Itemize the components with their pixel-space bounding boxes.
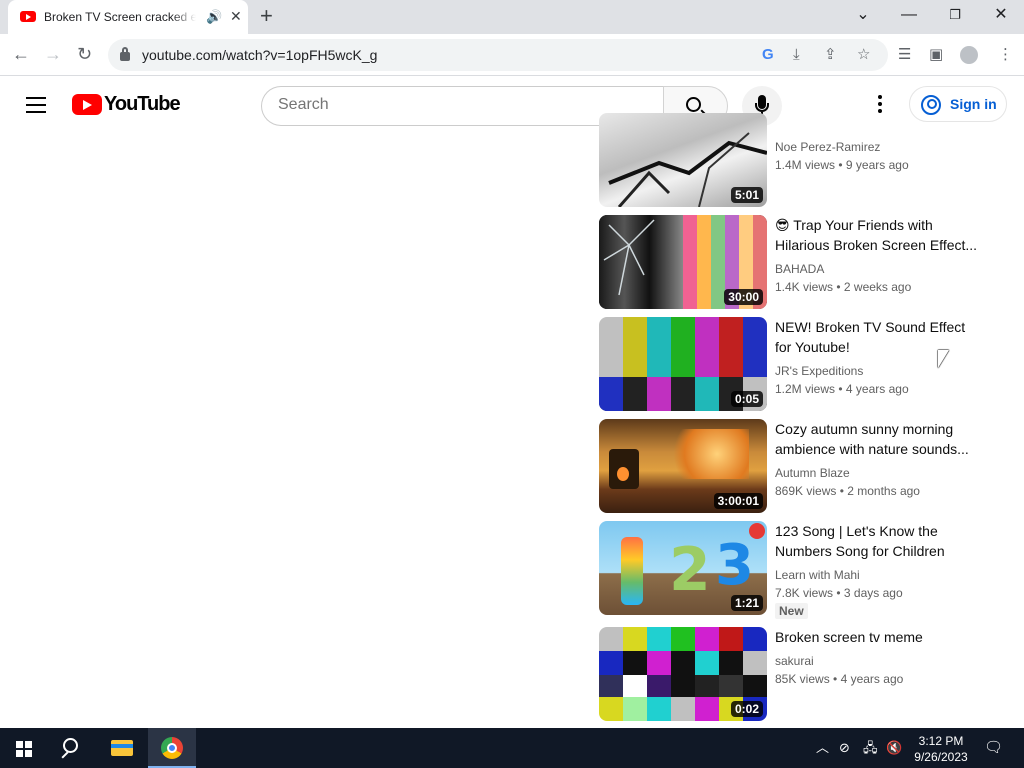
video-duration: 0:02 <box>730 701 763 717</box>
video-duration: 1:21 <box>730 595 763 611</box>
forward-arrow-icon[interactable]: → <box>44 44 62 64</box>
windows-taskbar: ︿ ⊘ 🖧 🔇 3:12 PM 9/26/2023 🗨 <box>0 728 1024 768</box>
side-panel-icon[interactable]: ▣ <box>929 46 943 64</box>
reload-icon[interactable]: ↻ <box>77 44 92 64</box>
video-thumbnail[interactable]: 5:01 <box>599 113 767 207</box>
share-icon[interactable]: ⇪ <box>824 46 837 64</box>
video-meta: 869K views • 2 months ago <box>775 484 920 498</box>
search-input[interactable] <box>278 96 648 114</box>
video-meta: 85K views • 4 years ago <box>775 672 904 686</box>
video-thumbnail[interactable]: 0:02 <box>599 627 767 721</box>
search-icon <box>686 97 701 112</box>
youtube-header: YouTube Sign in <box>0 77 1024 133</box>
volume-muted-icon[interactable]: 🔇 <box>886 740 902 756</box>
account-icon <box>921 95 941 115</box>
video-channel[interactable]: Learn with Mahi <box>775 568 860 582</box>
tab-strip: Broken TV Screen cracked effect 🔊 ✕ + ⌄ … <box>0 0 1024 34</box>
mouse-cursor-icon <box>938 350 949 368</box>
video-meta: 1.4K views • 2 weeks ago <box>775 280 912 294</box>
back-arrow-icon[interactable]: ← <box>12 44 30 64</box>
youtube-play-icon <box>72 94 102 115</box>
tab-search-icon[interactable]: ⌄ <box>848 4 878 26</box>
youtube-wordmark: YouTube <box>104 93 181 115</box>
sign-in-button[interactable]: Sign in <box>909 86 1007 122</box>
network-icon[interactable]: 🖧 <box>863 740 878 756</box>
video-title[interactable]: NEW! Broken TV Sound Effect for Youtube! <box>775 317 985 357</box>
video-title[interactable]: 😎 Trap Your Friends with Hilarious Broke… <box>775 215 985 255</box>
youtube-favicon-icon <box>20 11 36 22</box>
install-app-icon[interactable]: ⤓ <box>793 46 800 64</box>
video-channel[interactable]: BAHADA <box>775 262 824 276</box>
tab-title: Broken TV Screen cracked effect <box>44 10 196 24</box>
video-title[interactable]: Broken screen tv meme <box>775 627 985 647</box>
profile-avatar-icon[interactable] <box>960 46 978 64</box>
video-duration: 0:05 <box>730 391 763 407</box>
clock-time: 3:12 PM <box>918 734 964 748</box>
bookmark-star-icon[interactable]: ☆ <box>857 46 870 64</box>
windows-start-icon[interactable] <box>16 741 32 757</box>
video-channel[interactable]: sakurai <box>775 654 814 668</box>
video-meta: 1.2M views • 4 years ago <box>775 382 909 396</box>
chrome-menu-icon[interactable]: ⋮ <box>998 46 1013 64</box>
video-duration: 3:00:01 <box>713 493 763 509</box>
clock-date: 9/26/2023 <box>914 750 968 764</box>
close-window-button[interactable]: ✕ <box>986 4 1016 26</box>
video-meta: 1.4M views • 9 years ago <box>775 158 909 172</box>
video-title[interactable]: Cozy autumn sunny morning ambience with … <box>775 419 985 459</box>
new-tab-button[interactable]: + <box>260 5 273 27</box>
lock-icon <box>120 47 130 61</box>
video-thumbnail[interactable]: 2 3 1:21 <box>599 521 767 615</box>
google-lens-icon[interactable]: G <box>762 46 774 64</box>
video-duration: 5:01 <box>730 187 763 203</box>
video-thumbnail[interactable]: 0:05 <box>599 317 767 411</box>
video-channel[interactable]: Noe Perez-Ramirez <box>775 140 880 154</box>
browser-toolbar: ← → ↻ youtube.com/watch?v=1opFH5wcK_g G … <box>0 34 1024 76</box>
chrome-taskbar-icon[interactable] <box>148 728 196 768</box>
settings-menu-icon[interactable] <box>872 95 888 115</box>
video-meta: 7.8K views • 3 days ago <box>775 586 903 600</box>
search-taskbar-icon[interactable] <box>48 728 96 768</box>
restore-button[interactable]: ❐ <box>940 4 970 26</box>
minimize-button[interactable]: — <box>894 4 924 26</box>
show-hidden-icons-icon[interactable]: ︿ <box>816 740 829 756</box>
video-thumbnail[interactable]: 30:00 <box>599 215 767 309</box>
new-badge: New <box>775 603 808 619</box>
hamburger-menu-icon[interactable] <box>26 97 46 113</box>
network-disabled-icon[interactable]: ⊘ <box>839 740 850 756</box>
tab-close-icon[interactable]: ✕ <box>230 8 242 25</box>
video-channel[interactable]: JR's Expeditions <box>775 364 863 378</box>
speaker-icon[interactable]: 🔊 <box>206 9 222 25</box>
video-channel[interactable]: Autumn Blaze <box>775 466 850 480</box>
browser-tab[interactable]: Broken TV Screen cracked effect 🔊 ✕ <box>8 0 248 34</box>
address-bar[interactable]: youtube.com/watch?v=1opFH5wcK_g G ⤓ ⇪ ☆ <box>108 39 888 71</box>
url-text: youtube.com/watch?v=1opFH5wcK_g <box>142 47 378 63</box>
file-explorer-icon[interactable] <box>98 728 146 768</box>
video-thumbnail[interactable]: 3:00:01 <box>599 419 767 513</box>
video-duration: 30:00 <box>724 289 763 305</box>
notification-center-icon[interactable]: 🗨 <box>984 740 1003 756</box>
video-title[interactable]: 123 Song | Let's Know the Numbers Song f… <box>775 521 985 561</box>
media-controls-icon[interactable]: ☰ <box>898 46 911 64</box>
sign-in-label: Sign in <box>950 96 997 112</box>
taskbar-clock[interactable]: 3:12 PM 9/26/2023 <box>906 733 976 765</box>
